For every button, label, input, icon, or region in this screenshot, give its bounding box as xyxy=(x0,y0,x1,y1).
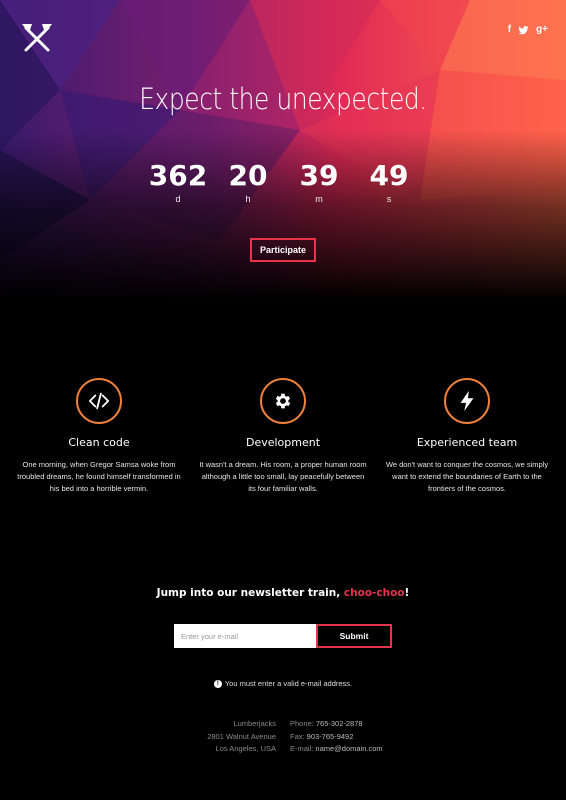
feature-experienced-team: Experienced team We don't want to conque… xyxy=(372,378,562,495)
participate-button[interactable]: Participate xyxy=(250,238,316,262)
address-line: 2801 Walnut Avenue xyxy=(207,731,276,741)
countdown-unit: m xyxy=(315,194,323,204)
newsletter-title-accent: choo-choo xyxy=(343,587,405,599)
countdown-value: 362 xyxy=(148,159,208,192)
countdown-value: 49 xyxy=(369,159,409,192)
axes-logo-icon[interactable] xyxy=(20,22,54,54)
error-message: You must enter a valid e-mail address. xyxy=(224,679,353,688)
newsletter-title-text: Jump into our newsletter train, xyxy=(156,587,344,599)
newsletter-error: ! You must enter a valid e-mail address. xyxy=(0,679,566,688)
lightning-icon xyxy=(460,390,474,412)
hero-section: f g+ Expect the unexpected. 362 d 20 h 3… xyxy=(0,0,566,300)
social-links: f g+ xyxy=(508,24,548,36)
feature-text: We don't want to conquer the cosmos, we … xyxy=(385,460,549,493)
feature-title: Clean code xyxy=(68,436,130,449)
email-input[interactable] xyxy=(174,624,316,648)
feature-icon-circle xyxy=(260,378,306,424)
phone-label: Phone: xyxy=(290,719,316,728)
countdown-minutes: 39 m xyxy=(279,159,359,205)
countdown-value: 39 xyxy=(299,159,339,192)
countdown-days: 362 d xyxy=(138,159,218,205)
countdown-hours: 20 h xyxy=(208,159,288,205)
feature-title: Experienced team xyxy=(416,436,518,449)
hero-fade xyxy=(0,130,566,300)
countdown-unit: s xyxy=(386,194,392,204)
countdown-seconds: 49 s xyxy=(349,159,429,205)
email-line: E-mail: name@domain.com xyxy=(290,743,383,756)
twitter-icon[interactable] xyxy=(518,25,529,36)
feature-clean-code: Clean code One morning, when Gregor Sams… xyxy=(4,378,194,495)
countdown-unit: h xyxy=(245,194,251,204)
code-icon xyxy=(88,392,110,410)
feature-icon-circle xyxy=(444,378,490,424)
feature-development: Development It wasn't a dream. His room,… xyxy=(188,378,378,495)
fax-label: Fax: xyxy=(290,731,307,741)
newsletter-form: Submit xyxy=(174,624,392,648)
feature-title: Development xyxy=(245,436,321,449)
email-label: E-mail: xyxy=(290,744,316,753)
phone-line: Phone: 765-302-2878 xyxy=(290,718,383,731)
footer-address: Lumberjacks 2801 Walnut Avenue Los Angel… xyxy=(207,718,276,756)
footer-contact: Phone: 765-302-2878 Fax: 903-765-9492 E-… xyxy=(290,718,383,756)
address-line: Los Angeles, USA xyxy=(215,744,276,753)
hero-tagline: Expect the unexpected. xyxy=(139,82,427,116)
phone-value[interactable]: 765-302-2878 xyxy=(316,719,363,728)
facebook-icon[interactable]: f xyxy=(508,24,511,36)
newsletter-title: Jump into our newsletter train, choo-cho… xyxy=(0,587,566,599)
countdown-value: 20 xyxy=(228,159,268,192)
gear-icon xyxy=(275,393,291,409)
countdown-unit: d xyxy=(175,194,181,204)
fax-value: 903-765-9492 xyxy=(306,731,354,741)
email-link[interactable]: name@domain.com xyxy=(315,744,382,753)
newsletter-title-end: ! xyxy=(404,587,410,599)
feature-icon-circle xyxy=(76,378,122,424)
address-line: Lumberjacks xyxy=(233,719,276,728)
fax-line: Fax: 903-765-9492 xyxy=(290,731,383,744)
submit-button[interactable]: Submit xyxy=(316,624,392,648)
feature-text: It wasn't a dream. His room, a proper hu… xyxy=(199,460,367,493)
info-icon: ! xyxy=(213,679,222,688)
google-plus-icon[interactable]: g+ xyxy=(536,24,548,36)
feature-text: One morning, when Gregor Samsa woke from… xyxy=(17,460,181,493)
